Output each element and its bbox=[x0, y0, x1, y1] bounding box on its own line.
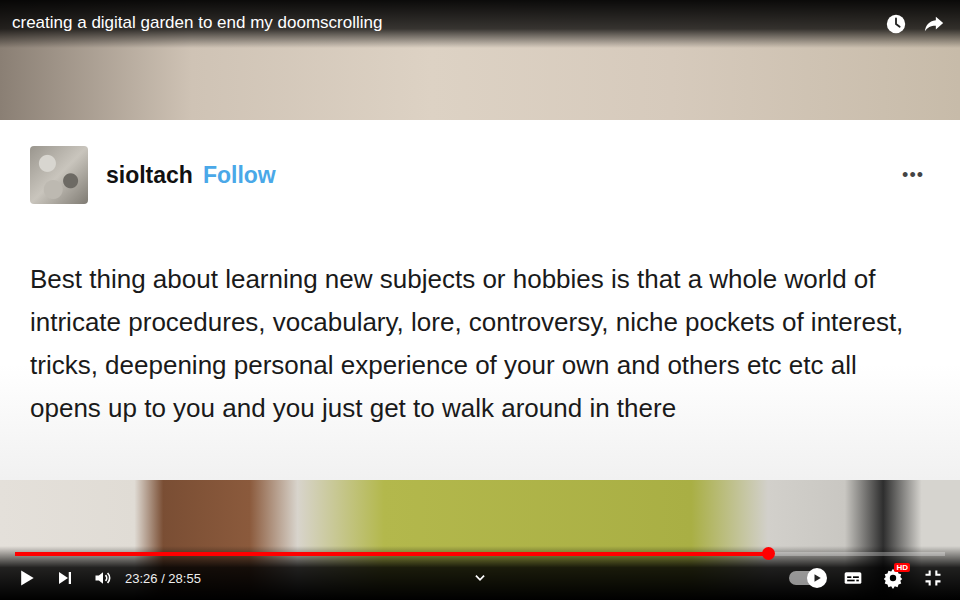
share-icon bbox=[923, 13, 945, 35]
hd-badge: HD bbox=[894, 563, 910, 572]
post-text: Best thing about learning new subjects o… bbox=[30, 258, 930, 430]
autoplay-play-icon bbox=[812, 573, 822, 583]
video-player[interactable]: sioltach Follow ••• Best thing about learni… bbox=[0, 0, 960, 600]
next-button[interactable] bbox=[53, 566, 77, 590]
control-bar: 23:26 / 28:55 HD bbox=[0, 546, 960, 600]
avatar[interactable] bbox=[30, 146, 88, 204]
captions-button[interactable] bbox=[841, 566, 865, 590]
progress-bar[interactable] bbox=[15, 552, 945, 556]
username[interactable]: sioltach bbox=[106, 162, 193, 189]
exit-fullscreen-icon bbox=[923, 568, 943, 588]
volume-icon bbox=[93, 568, 113, 588]
autoplay-knob bbox=[807, 568, 827, 588]
time-display: 23:26 / 28:55 bbox=[125, 571, 201, 586]
video-frame: sioltach Follow ••• Best thing about learni… bbox=[0, 0, 960, 600]
post-card: sioltach Follow ••• Best thing about learni… bbox=[0, 120, 960, 480]
next-icon bbox=[56, 569, 74, 587]
play-icon bbox=[17, 568, 37, 588]
autoplay-toggle[interactable] bbox=[789, 571, 825, 585]
captions-icon bbox=[842, 568, 864, 588]
settings-button[interactable]: HD bbox=[881, 566, 905, 590]
share-button[interactable] bbox=[922, 12, 946, 36]
video-title[interactable]: creating a digital garden to end my doom… bbox=[12, 12, 884, 34]
title-bar: creating a digital garden to end my doom… bbox=[0, 0, 960, 48]
left-controls: 23:26 / 28:55 bbox=[15, 566, 468, 590]
top-actions bbox=[884, 12, 946, 36]
exit-fullscreen-button[interactable] bbox=[921, 566, 945, 590]
clock-icon bbox=[885, 13, 907, 35]
progress-fill bbox=[15, 552, 768, 556]
control-row: 23:26 / 28:55 HD bbox=[15, 556, 945, 600]
play-button[interactable] bbox=[15, 566, 39, 590]
chevron-down-icon bbox=[473, 571, 487, 585]
post-menu[interactable]: ••• bbox=[902, 165, 930, 186]
scrubber[interactable] bbox=[762, 547, 775, 560]
volume-button[interactable] bbox=[91, 566, 115, 590]
post-header: sioltach Follow ••• bbox=[30, 146, 930, 204]
watch-later-button[interactable] bbox=[884, 12, 908, 36]
follow-link[interactable]: Follow bbox=[203, 162, 276, 189]
right-controls: HD bbox=[492, 566, 945, 590]
expand-button[interactable] bbox=[468, 566, 492, 590]
